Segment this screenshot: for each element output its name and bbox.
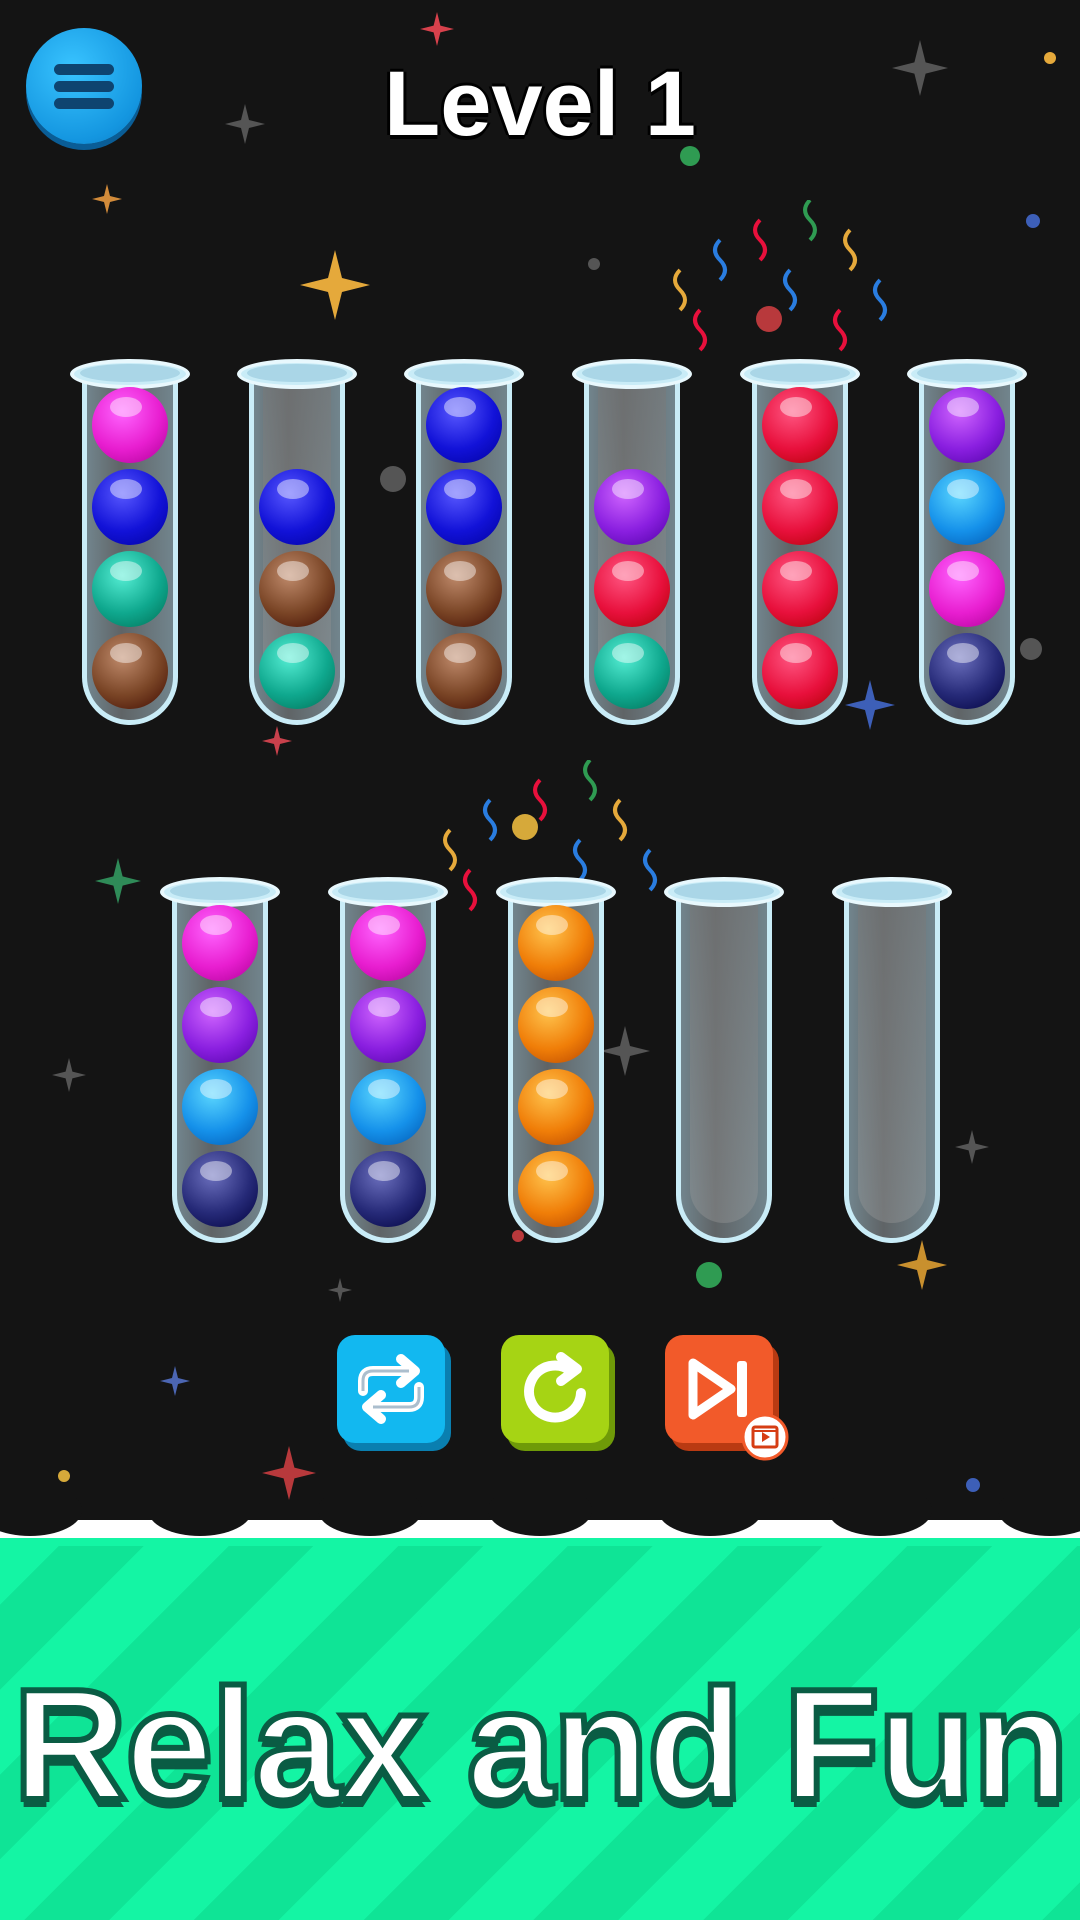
slogan-text: Relax and Fun [10,1654,1072,1836]
dot-decoration [58,1470,70,1482]
restart-button[interactable] [501,1335,609,1443]
tube-opening [80,364,180,382]
tube-opening [842,882,942,900]
sparkle-decoration [420,12,454,46]
sparkle-decoration [328,1278,352,1302]
ball-skyblue [929,469,1005,545]
tube-opening [750,364,850,382]
dot-decoration [1020,638,1042,660]
tube-opening [338,882,438,900]
ball-red [762,387,838,463]
ball-orange [518,1069,594,1145]
tube[interactable] [496,873,616,1243]
tube[interactable] [237,355,357,725]
ball-teal [92,551,168,627]
ball-blue [259,469,335,545]
swap-button[interactable] [337,1335,445,1443]
tube[interactable] [70,355,190,725]
tube-opening [414,364,514,382]
ball-magenta [929,551,1005,627]
sparkle-decoration [160,1366,190,1396]
ball-purple [929,387,1005,463]
ball-red [594,551,670,627]
scallop-edge [0,1498,1080,1546]
tube[interactable] [160,873,280,1243]
ball-purple [350,987,426,1063]
rotate-arrow-icon [524,1352,586,1423]
ball-navy [350,1151,426,1227]
ball-teal [259,633,335,709]
sparkle-decoration [600,1026,650,1076]
dot-decoration [696,1262,722,1288]
tube[interactable] [832,873,952,1243]
ball-orange [518,987,594,1063]
tube-opening [506,882,606,900]
dot-decoration [380,466,406,492]
tube[interactable] [664,873,784,1243]
ball-magenta [92,387,168,463]
game-board: Level 1 [0,0,1080,1520]
sparkle-decoration [95,858,141,904]
tube-empty-space [858,903,926,1223]
ball-blue [92,469,168,545]
ball-skyblue [350,1069,426,1145]
tube[interactable] [404,355,524,725]
sparkle-decoration [92,184,122,214]
ball-blue [426,469,502,545]
ball-purple [594,469,670,545]
dot-decoration [588,258,600,270]
ball-orange [518,905,594,981]
ball-brown [426,633,502,709]
ball-teal [594,633,670,709]
tube[interactable] [572,355,692,725]
tube-empty-space [690,903,758,1223]
skip-level-button[interactable] [665,1335,789,1461]
tube-opening [917,364,1017,382]
ball-red [762,633,838,709]
sparkle-decoration [52,1058,86,1092]
ball-orange [518,1151,594,1227]
ball-blue [426,387,502,463]
ball-red [762,469,838,545]
video-ad-icon [741,1413,789,1461]
sparkle-decoration [262,1446,316,1500]
sparkle-decoration [262,726,292,756]
sparkle-decoration [845,680,895,730]
tube-opening [247,364,347,382]
tube[interactable] [740,355,860,725]
repeat-arrows-icon [358,1354,424,1424]
ball-skyblue [182,1069,258,1145]
sparkle-decoration [955,1130,989,1164]
level-title: Level 1 [384,53,696,155]
ball-brown [259,551,335,627]
tube-opening [582,364,682,382]
sparkle-decoration [300,250,370,320]
sparkle-decoration [897,1240,947,1290]
dot-decoration [966,1478,980,1492]
ball-red [762,551,838,627]
tube-opening [674,882,774,900]
tube[interactable] [328,873,448,1243]
ball-navy [182,1151,258,1227]
ball-brown [92,633,168,709]
tube[interactable] [907,355,1027,725]
ball-magenta [350,905,426,981]
ball-navy [929,633,1005,709]
tube-opening [170,882,270,900]
ball-magenta [182,905,258,981]
dot-decoration [1026,214,1040,228]
ball-purple [182,987,258,1063]
ball-brown [426,551,502,627]
